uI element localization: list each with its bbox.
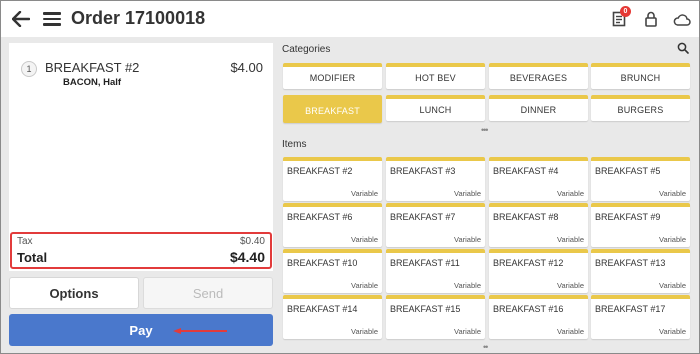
item-button[interactable]: BREAKFAST #16 Variable xyxy=(489,295,588,339)
item-button[interactable]: BREAKFAST #11 Variable xyxy=(386,249,485,293)
item-button-name: BREAKFAST #15 xyxy=(390,304,461,314)
total-label: Total xyxy=(17,250,48,265)
category-breakfast[interactable]: BREAKFAST xyxy=(283,95,382,123)
item-button-price: Variable xyxy=(454,189,481,198)
item-button[interactable]: BREAKFAST #15 Variable xyxy=(386,295,485,339)
item-modifier: BACON, Half xyxy=(63,77,122,88)
item-button-price: Variable xyxy=(351,189,378,198)
item-button-price: Variable xyxy=(454,235,481,244)
item-button-price: Variable xyxy=(659,189,686,198)
pointer-arrow-annotation xyxy=(173,328,227,334)
item-button[interactable]: BREAKFAST #7 Variable xyxy=(386,203,485,247)
item-button-price: Variable xyxy=(351,327,378,336)
item-button-price: Variable xyxy=(659,235,686,244)
category-burgers[interactable]: BURGERS xyxy=(591,95,690,121)
item-button-price: Variable xyxy=(351,281,378,290)
item-button-name: BREAKFAST #10 xyxy=(287,258,358,268)
item-button-name: BREAKFAST #17 xyxy=(595,304,666,314)
options-button[interactable]: Options xyxy=(9,277,139,309)
item-button[interactable]: BREAKFAST #10 Variable xyxy=(283,249,382,293)
item-button-name: BREAKFAST #16 xyxy=(493,304,564,314)
item-button-name: BREAKFAST #13 xyxy=(595,258,666,268)
category-lunch[interactable]: LUNCH xyxy=(386,95,485,121)
app-header: Order 17100018 0 xyxy=(1,1,699,37)
item-button-price: Variable xyxy=(659,327,686,336)
item-button-price: Variable xyxy=(557,189,584,198)
receipt-button[interactable]: 0 xyxy=(610,6,631,28)
item-button-name: BREAKFAST #9 xyxy=(595,212,661,222)
category-page-indicator: ••• xyxy=(481,125,489,135)
item-button[interactable]: BREAKFAST #13 Variable xyxy=(591,249,690,293)
app-window: Order 17100018 0 1 BREAKFAST #2 $4.00 BA… xyxy=(0,0,700,354)
item-button-price: Variable xyxy=(454,281,481,290)
item-button-price: Variable xyxy=(351,235,378,244)
item-button-price: Variable xyxy=(454,327,481,336)
send-button[interactable]: Send xyxy=(143,277,273,309)
item-button-name: BREAKFAST #5 xyxy=(595,166,661,176)
item-button-name: BREAKFAST #4 xyxy=(493,166,559,176)
search-icon[interactable] xyxy=(677,42,689,54)
item-button[interactable]: BREAKFAST #4 Variable xyxy=(489,157,588,201)
item-quantity: 1 xyxy=(21,61,37,77)
category-modifier[interactable]: MODIFIER xyxy=(283,63,382,89)
items-label: Items xyxy=(282,139,307,150)
item-button-price: Variable xyxy=(659,281,686,290)
back-button[interactable] xyxy=(11,9,31,29)
item-button-name: BREAKFAST #8 xyxy=(493,212,559,222)
item-button[interactable]: BREAKFAST #3 Variable xyxy=(386,157,485,201)
item-button-name: BREAKFAST #2 xyxy=(287,166,353,176)
tax-value: $0.40 xyxy=(239,236,265,247)
lock-icon xyxy=(645,11,657,27)
item-button-price: Variable xyxy=(557,327,584,336)
lock-button[interactable] xyxy=(642,10,660,28)
category-beverages[interactable]: BEVERAGES xyxy=(489,63,588,89)
back-arrow-icon xyxy=(12,11,30,27)
category-brunch[interactable]: BRUNCH xyxy=(591,63,690,89)
item-price: $4.00 xyxy=(230,60,263,75)
item-button-name: BREAKFAST #7 xyxy=(390,212,456,222)
tax-label: Tax xyxy=(17,236,33,247)
item-button[interactable]: BREAKFAST #14 Variable xyxy=(283,295,382,339)
category-hot-bev[interactable]: HOT BEV xyxy=(386,63,485,89)
cloud-icon xyxy=(673,13,691,26)
item-button[interactable]: BREAKFAST #8 Variable xyxy=(489,203,588,247)
cloud-button[interactable] xyxy=(672,10,692,28)
main-content: 1 BREAKFAST #2 $4.00 BACON, Half Tax $0.… xyxy=(1,37,699,353)
item-button-name: BREAKFAST #14 xyxy=(287,304,358,314)
hamburger-menu-icon[interactable] xyxy=(43,10,61,28)
item-button[interactable]: BREAKFAST #2 Variable xyxy=(283,157,382,201)
item-button-name: BREAKFAST #11 xyxy=(390,258,460,268)
item-button-name: BREAKFAST #6 xyxy=(287,212,353,222)
page-title: Order 17100018 xyxy=(71,8,206,28)
item-button[interactable]: BREAKFAST #6 Variable xyxy=(283,203,382,247)
totals-box: Tax $0.40 Total $4.40 xyxy=(10,232,272,269)
categories-label: Categories xyxy=(282,44,331,55)
item-button-price: Variable xyxy=(557,235,584,244)
item-button[interactable]: BREAKFAST #9 Variable xyxy=(591,203,690,247)
item-button[interactable]: BREAKFAST #17 Variable xyxy=(591,295,690,339)
category-dinner[interactable]: DINNER xyxy=(489,95,588,121)
item-button[interactable]: BREAKFAST #12 Variable xyxy=(489,249,588,293)
item-button-name: BREAKFAST #12 xyxy=(493,258,564,268)
item-name: BREAKFAST #2 xyxy=(45,60,140,75)
item-button-price: Variable xyxy=(557,281,584,290)
pay-button[interactable]: Pay xyxy=(9,314,273,346)
notification-badge: 0 xyxy=(620,6,631,17)
item-button[interactable]: BREAKFAST #5 Variable xyxy=(591,157,690,201)
total-value: $4.40 xyxy=(229,249,265,265)
items-page-indicator: •• xyxy=(483,342,488,352)
item-button-name: BREAKFAST #3 xyxy=(390,166,456,176)
order-line-item[interactable]: 1 BREAKFAST #2 $4.00 BACON, Half xyxy=(21,59,263,93)
